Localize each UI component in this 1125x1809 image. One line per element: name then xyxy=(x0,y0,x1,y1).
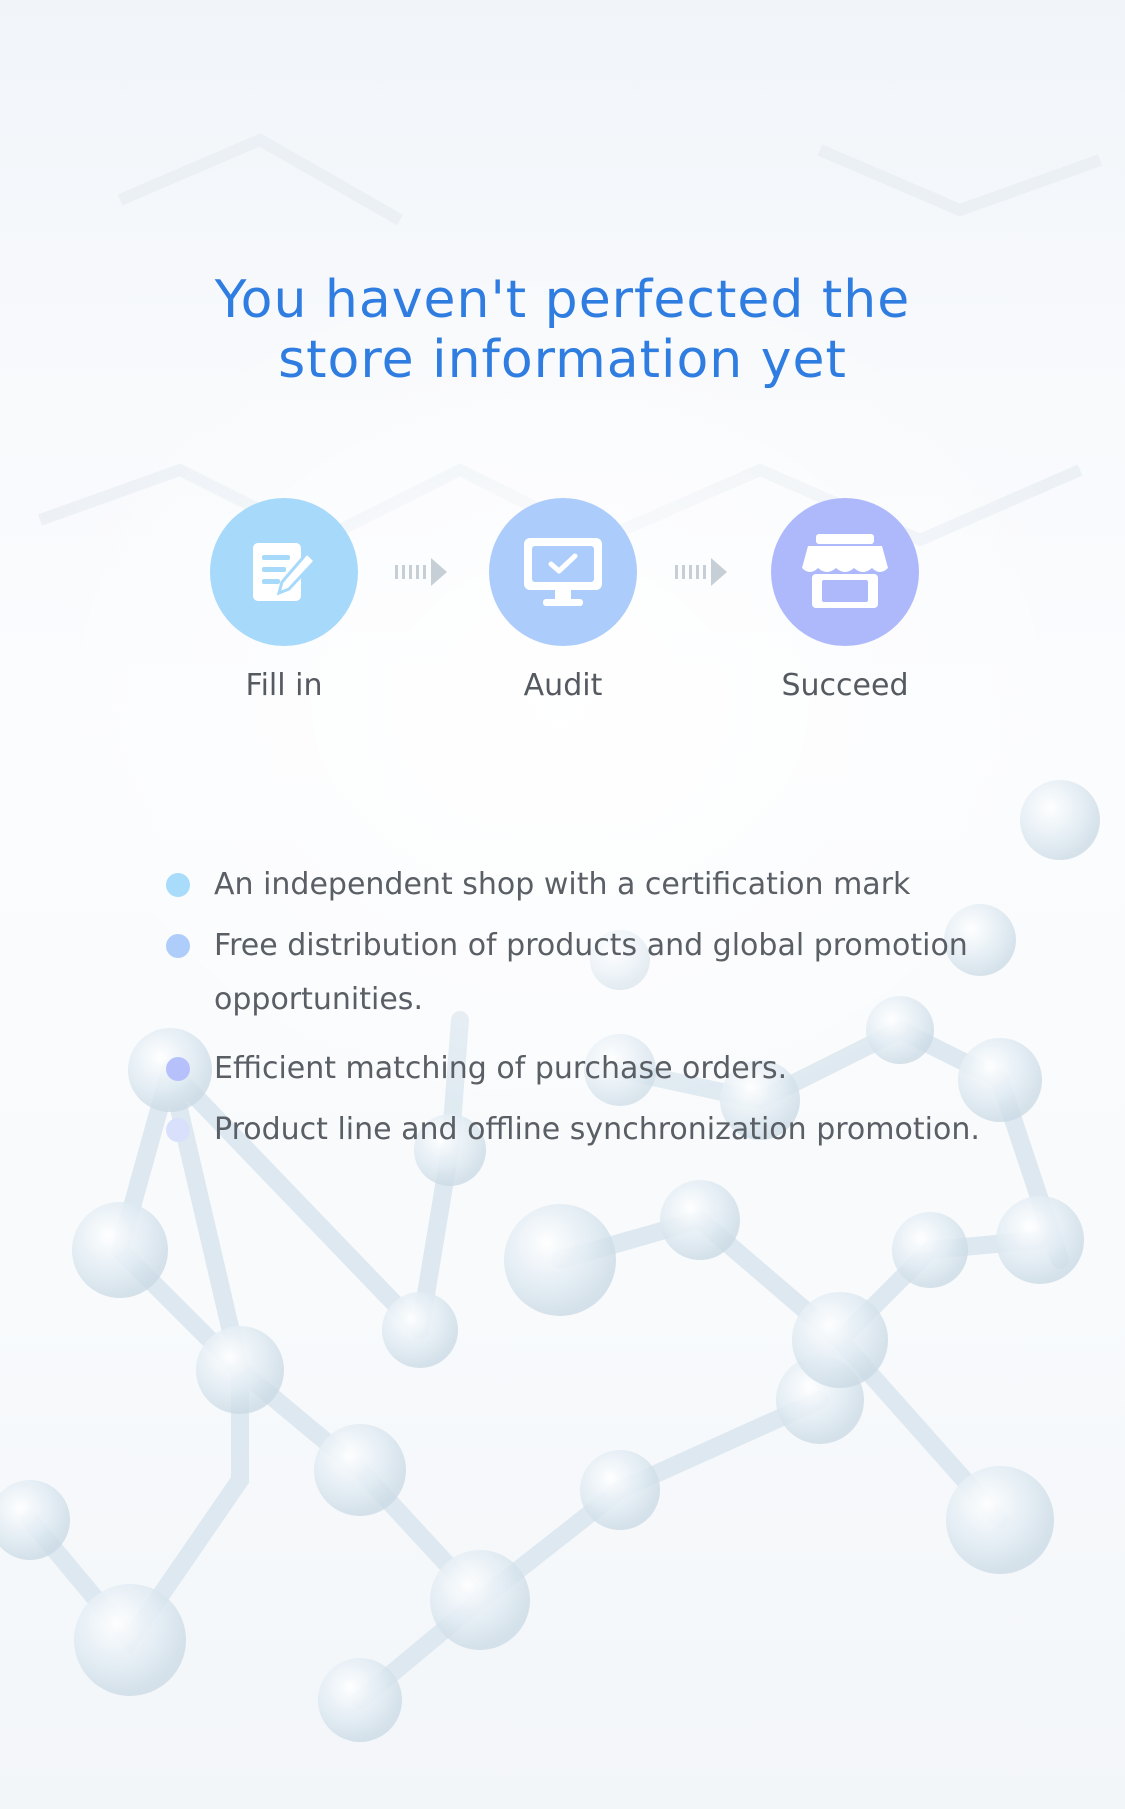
benefit-text: An independent shop with a certification… xyxy=(214,867,911,902)
bullet-dot xyxy=(166,873,190,897)
benefit-text: Product line and offline synchronization… xyxy=(214,1112,980,1147)
benefit-text: Free distribution of products and global… xyxy=(214,928,968,1017)
step-label-audit: Audit xyxy=(523,668,603,703)
page-title-line-2: store information yet xyxy=(278,330,847,390)
list-item: Free distribution of products and global… xyxy=(166,919,1006,1027)
list-item: An independent shop with a certification… xyxy=(166,858,1006,912)
benefit-text: Efficient matching of purchase orders. xyxy=(214,1051,788,1086)
bullet-dot xyxy=(166,934,190,958)
list-item: Product line and offline synchronization… xyxy=(166,1103,1006,1157)
progress-steps: Fill in Audit Succeed xyxy=(0,498,1125,718)
storefront-icon xyxy=(771,498,919,646)
step-label-succeed: Succeed xyxy=(781,668,909,703)
page-title: You haven't perfected the store informat… xyxy=(0,270,1125,390)
double-chevron-arrow-icon xyxy=(395,558,447,586)
step-succeed: Succeed xyxy=(735,498,955,704)
bullet-dot xyxy=(166,1118,190,1142)
step-audit: Audit xyxy=(453,498,673,704)
double-chevron-arrow-icon xyxy=(675,558,727,586)
list-item: Efficient matching of purchase orders. xyxy=(166,1042,1006,1096)
bullet-dot xyxy=(166,1057,190,1081)
monitor-check-icon xyxy=(489,498,637,646)
form-edit-icon xyxy=(210,498,358,646)
step-fill-in: Fill in xyxy=(174,498,394,704)
step-label-fill-in: Fill in xyxy=(245,668,323,703)
page-title-line-1: You haven't perfected the xyxy=(214,270,911,330)
